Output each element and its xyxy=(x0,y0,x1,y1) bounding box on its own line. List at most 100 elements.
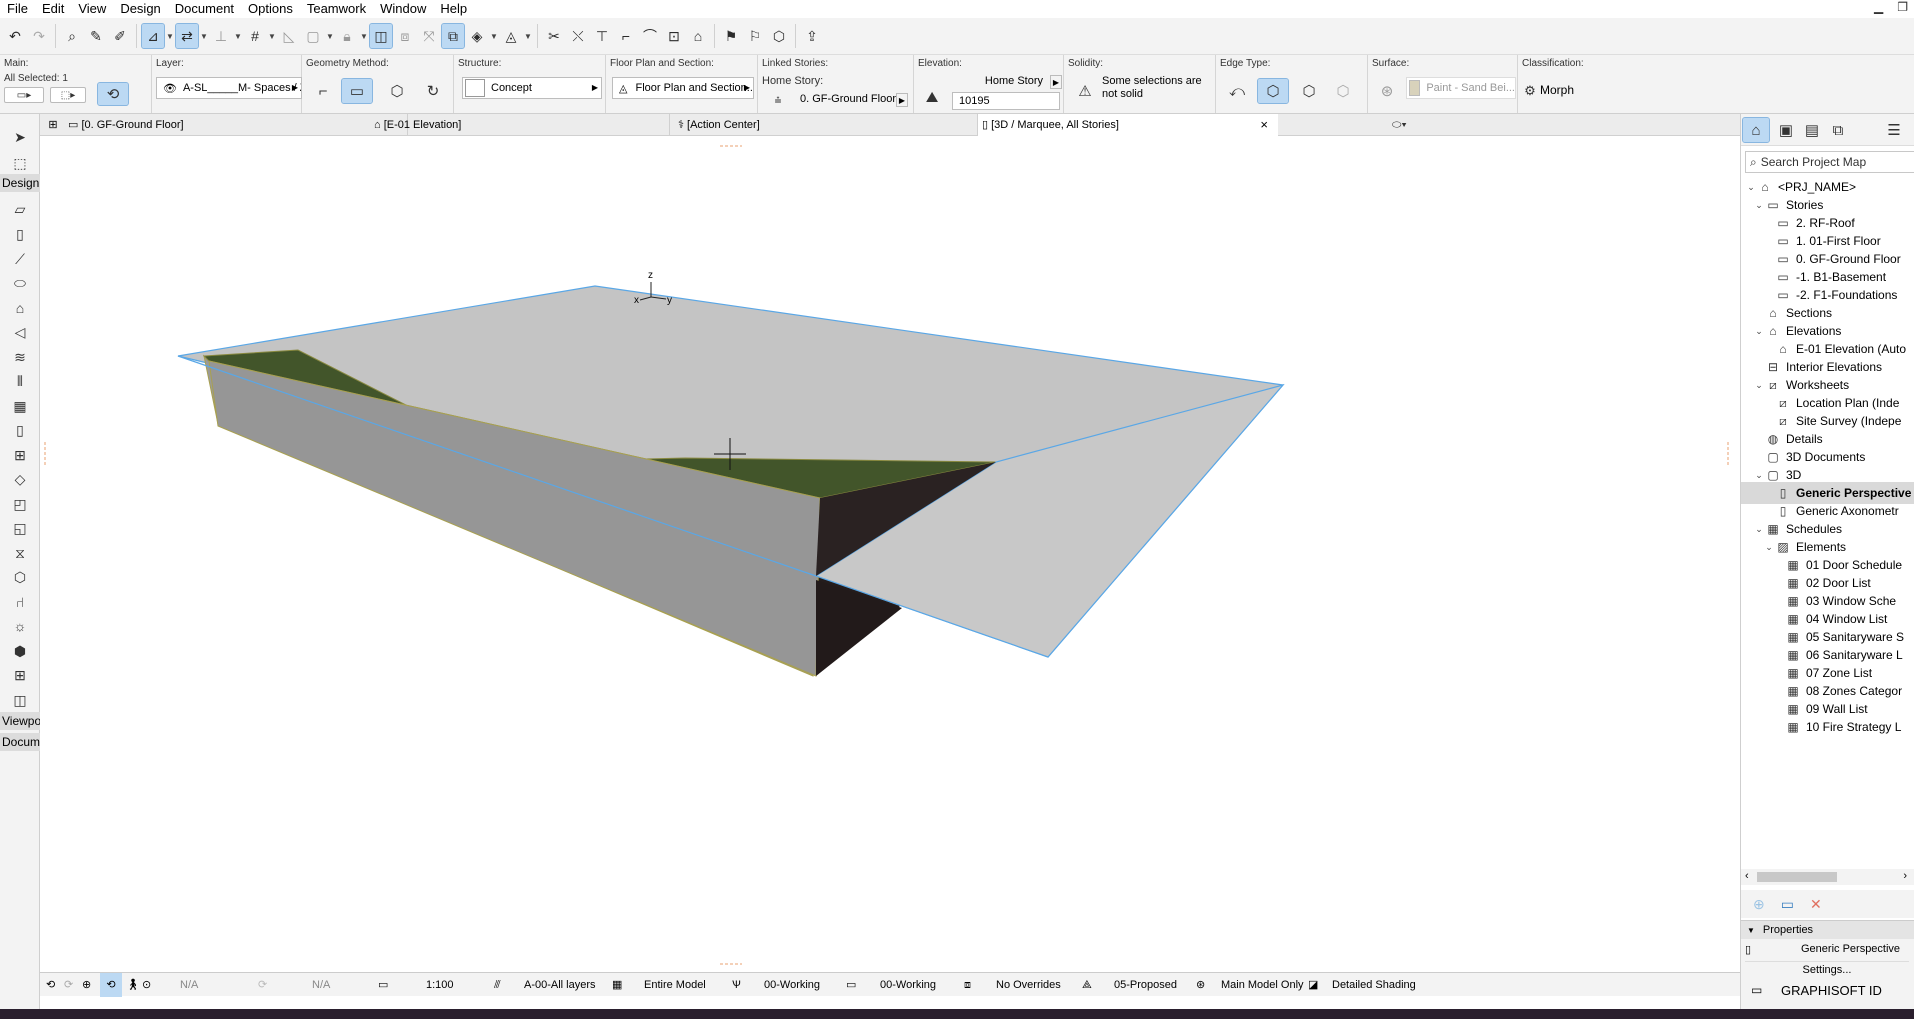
pen-set-value[interactable]: 00-Working xyxy=(764,973,820,997)
shell-icon[interactable]: ◁ xyxy=(8,321,32,343)
walk-icon[interactable]: 🚶︎ xyxy=(126,973,140,997)
bim-icon[interactable]: ⬡ xyxy=(768,24,790,48)
polyline-geometry-icon[interactable]: ⌐ xyxy=(310,79,336,103)
edge-hard-icon[interactable]: ⬡ xyxy=(1257,78,1289,104)
structure-dropdown[interactable]: Concept ▶ xyxy=(462,77,602,99)
chevron-down-icon[interactable]: ▼ xyxy=(360,32,368,41)
gravity-icon[interactable]: ⊥ xyxy=(210,24,232,48)
zoom-next-icon[interactable]: ⟳ xyxy=(64,973,73,997)
viewpoint-section-header[interactable]: Viewpoi xyxy=(0,712,40,730)
chevron-down-icon[interactable]: ▼ xyxy=(200,32,208,41)
chair-icon[interactable]: ⑁ xyxy=(8,591,32,613)
zoom-value[interactable]: N/A xyxy=(180,973,198,997)
layers-icon[interactable]: ◫ xyxy=(369,23,393,49)
railing-icon[interactable]: ⫴ xyxy=(8,370,32,392)
chevron-left-icon[interactable]: ‹ xyxy=(1745,870,1749,882)
3d-model-canvas[interactable]: z x y xyxy=(40,136,1740,972)
publisher-sets-icon[interactable]: ⧉ xyxy=(1825,118,1851,142)
tab-elevation[interactable]: ⌂ [E-01 Elevation] xyxy=(370,114,670,136)
chevron-down-icon[interactable]: ▼ xyxy=(326,32,334,41)
construction-method-icon[interactable]: ◺ xyxy=(278,24,300,48)
surface-override-icon[interactable]: ⊛ xyxy=(1374,79,1400,103)
document-section-header[interactable]: Docume xyxy=(0,733,40,751)
settings-button[interactable]: Settings... xyxy=(1745,961,1909,977)
curtain-wall-icon[interactable]: ▦ xyxy=(8,395,32,417)
mesh-icon[interactable]: ⧖ xyxy=(8,542,32,564)
menu-design[interactable]: Design xyxy=(113,0,167,18)
trace-icon[interactable]: ⧈ xyxy=(394,24,416,48)
fillet-icon[interactable]: ⌒ xyxy=(639,24,661,48)
chevron-down-icon[interactable]: ▼ xyxy=(166,32,174,41)
menu-file[interactable]: File xyxy=(0,0,35,18)
chevron-down-icon[interactable]: ⌄ xyxy=(1745,182,1757,193)
window-icon[interactable]: ⊞ xyxy=(8,444,32,466)
rotate-icon[interactable]: ⟳ xyxy=(258,973,267,997)
home-story-value[interactable]: 0. GF-Ground Floor xyxy=(800,93,896,105)
tab-overview-icon[interactable]: ⊞ xyxy=(40,114,62,136)
tab-list-icon[interactable]: ⬭▾ xyxy=(1388,114,1428,136)
graphisoft-id[interactable]: GRAPHISOFT ID xyxy=(1781,983,1882,998)
delete-icon[interactable]: ✕ xyxy=(1810,896,1822,913)
marquee-select-icon[interactable]: ⬚▸ xyxy=(50,87,86,103)
element-type-icon[interactable]: ▭▸ xyxy=(4,87,44,103)
fit-zoom-icon[interactable]: ⊙ xyxy=(142,973,151,997)
menu-view[interactable]: View xyxy=(71,0,113,18)
find-select-icon[interactable]: ⌕ xyxy=(61,24,83,48)
object-icon[interactable]: ◱ xyxy=(8,517,32,539)
project-map-icon[interactable]: ⌂ xyxy=(1742,117,1770,143)
grid-snap-icon[interactable]: # xyxy=(244,24,266,48)
chevron-down-icon[interactable]: ⌄ xyxy=(1753,524,1765,535)
roof-icon[interactable]: ⌂ xyxy=(8,297,32,319)
scale-value[interactable]: 1:100 xyxy=(426,973,454,997)
properties-header[interactable]: ▼ Properties xyxy=(1741,921,1914,939)
restore-icon[interactable]: ❐ xyxy=(1897,0,1908,14)
lock-icon[interactable]: 🔒︎ xyxy=(336,24,358,48)
menu-options[interactable]: Options xyxy=(241,0,300,18)
layer-combo-value[interactable]: A-00-All layers xyxy=(524,973,596,997)
resize-icon[interactable]: ⊡ xyxy=(663,24,685,48)
box-geometry-icon[interactable]: ⬡ xyxy=(384,79,410,103)
chevron-right-icon[interactable]: ▶ xyxy=(896,93,908,107)
trace-off-icon[interactable]: ⤧ xyxy=(418,24,440,48)
menu-window[interactable]: Window xyxy=(373,0,433,18)
project-map-search[interactable]: ⌕ Search Project Map xyxy=(1745,151,1914,173)
menu-teamwork[interactable]: Teamwork xyxy=(300,0,373,18)
renovation-value[interactable]: 05-Proposed xyxy=(1114,973,1177,997)
menu-icon[interactable]: ☰ xyxy=(1881,118,1907,142)
tree-item[interactable]: ▦ 10 Fire Strategy L xyxy=(1741,716,1914,738)
beam-icon[interactable]: ⟋ xyxy=(8,248,32,270)
structure-display-value[interactable]: Main Model Only xyxy=(1221,973,1304,997)
slab-icon[interactable]: ⬭ xyxy=(8,272,32,294)
wall-icon[interactable]: ▱ xyxy=(8,198,32,220)
pick-up-icon[interactable]: ✎ xyxy=(85,24,107,48)
edge-soft-icon[interactable]: ⬡ xyxy=(1296,79,1322,103)
chevron-down-icon[interactable]: ⌄ xyxy=(1763,542,1775,553)
chevron-down-icon[interactable]: ⌄ xyxy=(1753,380,1765,391)
skylight-icon[interactable]: ◇ xyxy=(8,468,32,490)
undo-icon[interactable]: ↶ xyxy=(4,24,26,48)
tab-3d-view[interactable]: ▯ [3D / Marquee, All Stories] × xyxy=(978,114,1278,136)
guide-lines-icon[interactable]: ⊿ xyxy=(141,23,165,49)
chevron-down-icon[interactable]: ▼ xyxy=(268,32,276,41)
view-3d-icon[interactable]: ⧉ xyxy=(441,23,465,49)
classification-value[interactable]: Morph xyxy=(1540,83,1574,97)
chevron-right-icon[interactable]: › xyxy=(1903,870,1907,882)
lamp-icon[interactable]: ☼ xyxy=(8,615,32,637)
surface-dropdown[interactable]: Paint - Sand Bei... xyxy=(1406,77,1516,99)
mvo-value[interactable]: 00-Working xyxy=(880,973,936,997)
chevron-down-icon[interactable]: ⌄ xyxy=(1753,200,1765,211)
adjust-icon[interactable]: ⤬ xyxy=(567,24,589,48)
menu-document[interactable]: Document xyxy=(168,0,241,18)
column-icon[interactable]: ▯ xyxy=(8,223,32,245)
flag-icon[interactable]: ⚑ xyxy=(720,24,742,48)
intersect-icon[interactable]: ⌐ xyxy=(615,24,637,48)
stair-icon[interactable]: ≋ xyxy=(8,346,32,368)
inject-icon[interactable]: ✐ xyxy=(109,24,131,48)
favorite-icon[interactable]: ⟲ xyxy=(97,82,129,106)
arrow-icon[interactable]: ➤ xyxy=(8,126,32,148)
layout-book-icon[interactable]: ▤ xyxy=(1799,118,1825,142)
horizontal-scrollbar[interactable]: ‹ › xyxy=(1741,869,1914,885)
new-folder-icon[interactable]: ▭ xyxy=(1781,896,1794,913)
edge-hidden-icon[interactable]: ⬡ xyxy=(1330,79,1356,103)
tab-ground-floor[interactable]: ▭ [0. GF-Ground Floor] xyxy=(64,114,408,136)
